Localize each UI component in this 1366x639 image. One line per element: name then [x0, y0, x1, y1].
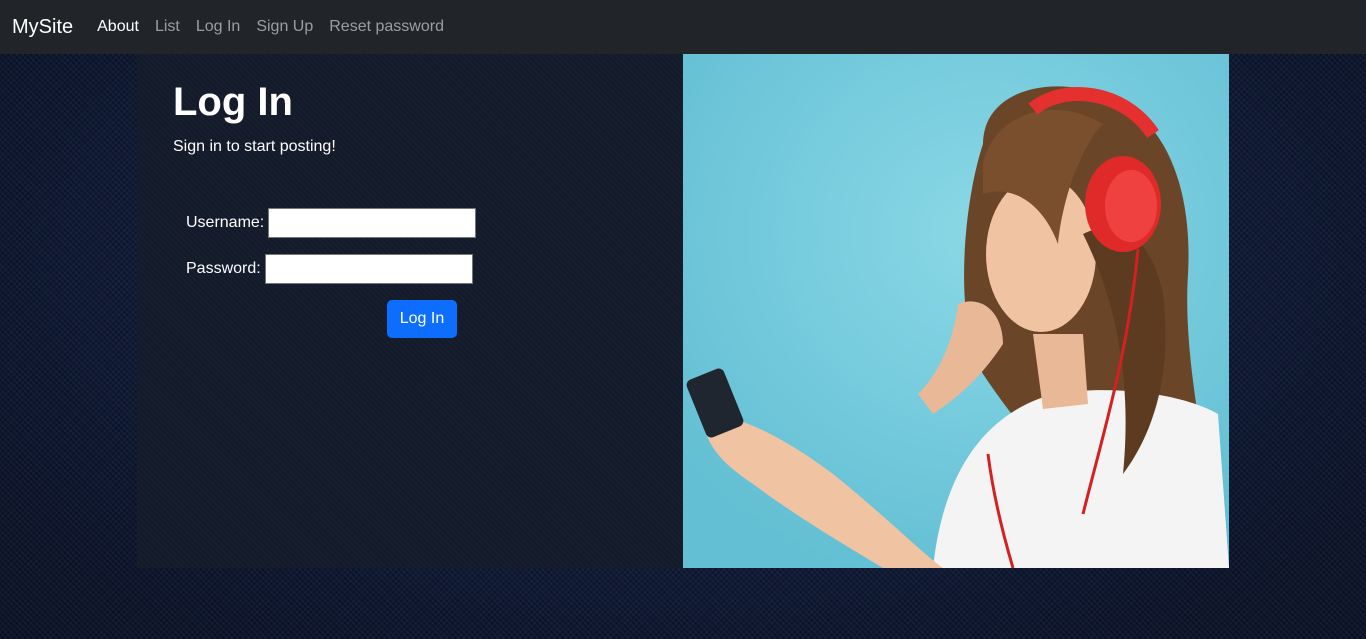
hero-illustration: [683, 54, 1229, 568]
username-row: Username:: [186, 208, 477, 238]
hero-image: [683, 54, 1229, 568]
username-input[interactable]: [268, 208, 477, 238]
page-title: Log In: [173, 80, 293, 124]
password-label: Password:: [186, 260, 261, 277]
login-panel: Log In Sign in to start posting! Usernam…: [137, 54, 683, 568]
login-submit-button[interactable]: Log In: [387, 300, 457, 338]
username-label: Username:: [186, 214, 265, 231]
password-input[interactable]: [264, 254, 473, 284]
page-subtitle: Sign in to start posting!: [173, 138, 336, 155]
nav-link-reset-password[interactable]: Reset password: [329, 18, 444, 36]
nav-link-about[interactable]: About: [97, 18, 139, 36]
nav-link-list[interactable]: List: [155, 18, 180, 36]
top-navbar: MySite About List Log In Sign Up Reset p…: [0, 0, 1366, 54]
brand-link[interactable]: MySite: [12, 16, 73, 39]
password-row: Password:: [186, 254, 473, 284]
nav-link-login[interactable]: Log In: [196, 18, 240, 36]
nav-link-signup[interactable]: Sign Up: [256, 18, 313, 36]
